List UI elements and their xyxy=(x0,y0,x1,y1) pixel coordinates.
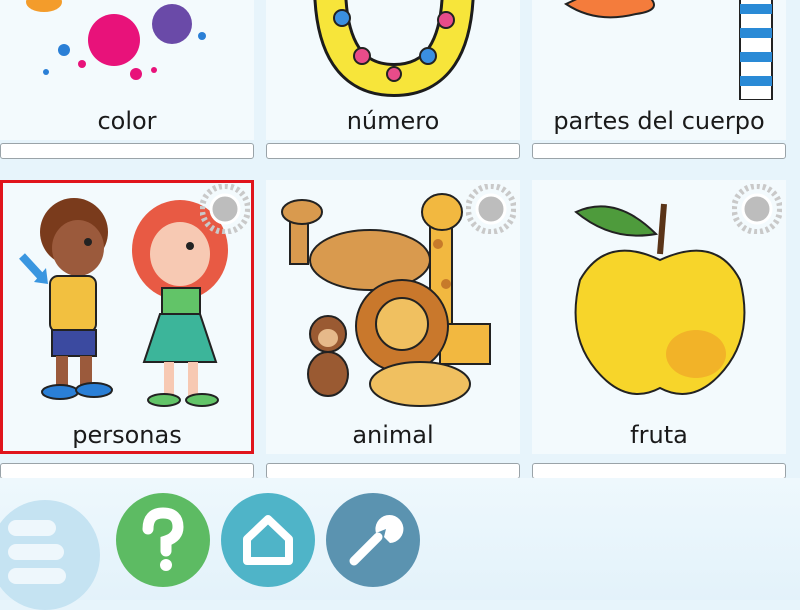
category-label: partes del cuerpo xyxy=(553,107,765,135)
progress-bar xyxy=(532,143,786,159)
category-label: personas xyxy=(72,421,182,449)
house-icon xyxy=(243,515,293,565)
category-card-numero[interactable]: número xyxy=(266,0,520,140)
progress-bar xyxy=(266,143,520,159)
category-label: fruta xyxy=(630,421,688,449)
category-card-fruta[interactable]: fruta xyxy=(532,180,786,454)
category-label: animal xyxy=(352,421,434,449)
settings-button[interactable] xyxy=(326,493,420,587)
wrench-icon xyxy=(349,515,404,566)
category-label: color xyxy=(97,107,157,135)
paint-splash-image xyxy=(4,0,250,100)
status-icon xyxy=(199,183,251,235)
category-grid: color número partes del cuerpo personas … xyxy=(0,0,800,480)
category-card-partes-del-cuerpo[interactable]: partes del cuerpo xyxy=(532,0,786,140)
progress-bar xyxy=(532,463,786,479)
question-mark-icon xyxy=(142,507,184,571)
category-card-personas[interactable]: personas xyxy=(0,180,254,454)
category-label: número xyxy=(346,107,440,135)
status-icon xyxy=(731,183,783,235)
progress-bar xyxy=(0,463,254,479)
progress-bar xyxy=(0,143,254,159)
home-button[interactable] xyxy=(221,493,315,587)
number-zero-image xyxy=(270,0,516,100)
body-parts-image xyxy=(536,0,782,100)
help-button[interactable] xyxy=(116,493,210,587)
category-card-animal[interactable]: animal xyxy=(266,180,520,454)
category-card-color[interactable]: color xyxy=(0,0,254,140)
status-icon xyxy=(465,183,517,235)
progress-bar xyxy=(266,463,520,479)
